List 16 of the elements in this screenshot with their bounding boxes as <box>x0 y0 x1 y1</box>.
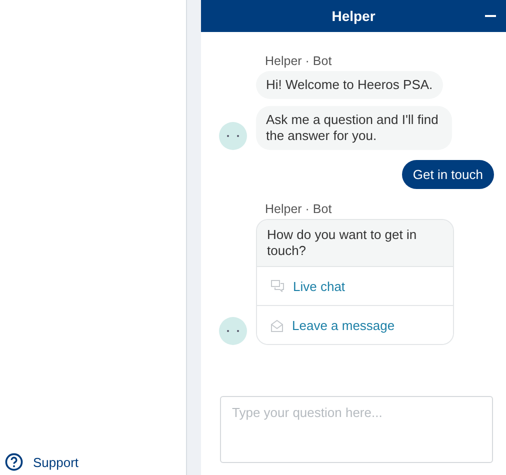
message-bubble: Ask me a question and I'll find the answer for you. <box>256 106 452 150</box>
bot-avatar <box>219 317 247 345</box>
help-icon <box>5 453 23 471</box>
sender-label: Helper · Bot <box>265 201 332 217</box>
sender-label: Helper · Bot <box>265 53 332 69</box>
envelope-icon <box>271 318 283 332</box>
question-input[interactable]: Type your question here... <box>220 396 493 463</box>
user-message: Get in touch <box>402 160 494 189</box>
bot-avatar <box>219 122 247 150</box>
chat-title: Helper <box>332 8 376 24</box>
option-button[interactable]: Leave a message <box>257 305 453 344</box>
chat-icon <box>271 280 284 292</box>
support-link[interactable]: Support <box>5 453 186 471</box>
question-text: How do you want to get in touch? <box>257 220 453 266</box>
message-bubble: Hi! Welcome to Heeros PSA. <box>256 71 443 99</box>
minimize-icon <box>484 15 496 17</box>
